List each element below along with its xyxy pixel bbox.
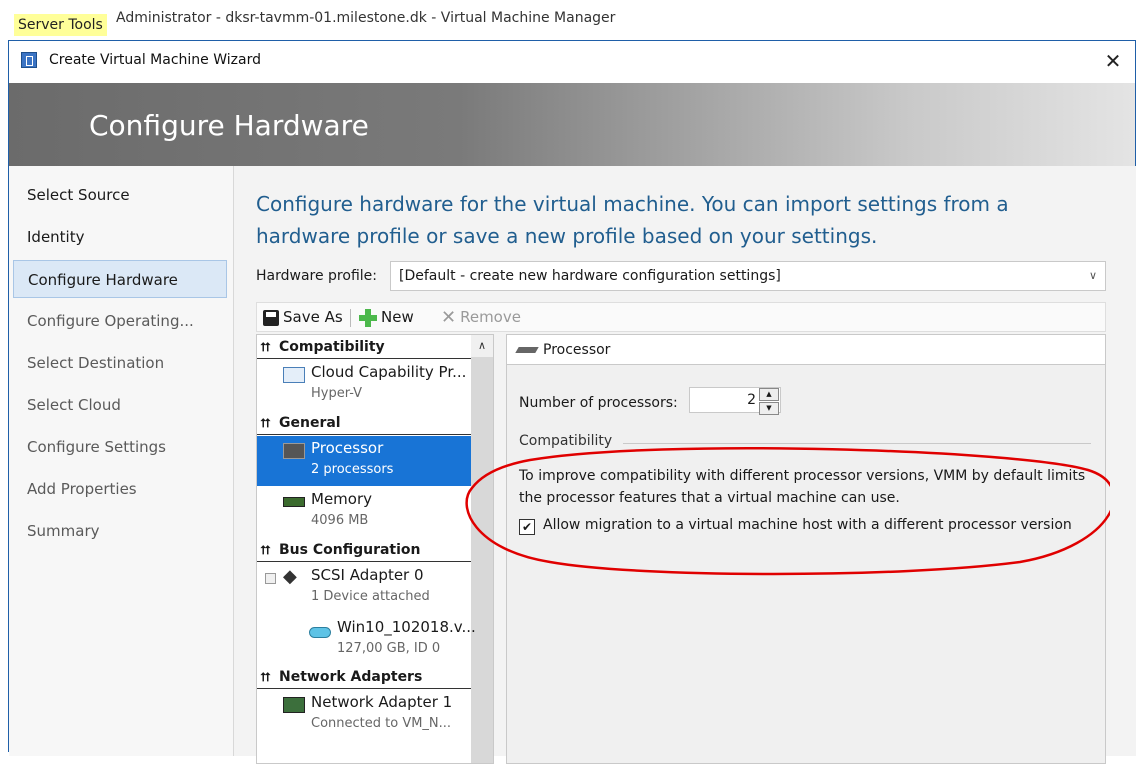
window-title: Create Virtual Machine Wizard: [49, 52, 261, 68]
hardware-profile-label: Hardware profile:: [256, 268, 377, 284]
category-network-label: Network Adapters: [279, 669, 423, 685]
node-memory-title: Memory: [311, 490, 373, 508]
expand-icon[interactable]: [265, 573, 276, 584]
hardware-profile-select[interactable]: [Default - create new hardware configura…: [390, 261, 1106, 291]
node-processor[interactable]: Processor 2 processors: [257, 436, 471, 486]
category-bus-label: Bus Configuration: [279, 542, 421, 558]
chevron-down-icon: ∨: [1088, 269, 1097, 282]
banner: Configure Hardware: [9, 83, 1135, 166]
nav-configure-operating[interactable]: Configure Operating...: [13, 302, 227, 340]
network-adapter-icon: [283, 697, 305, 713]
node-processor-title: Processor: [311, 439, 384, 457]
node-memory-sub: 4096 MB: [311, 513, 369, 528]
plus-icon: [359, 308, 377, 327]
cloud-profile-icon: [283, 367, 305, 383]
nav-select-cloud[interactable]: Select Cloud: [13, 386, 227, 424]
hardware-tree: ∧ ⮅ Compatibility Cloud Capability Pr... …: [256, 334, 494, 764]
detail-header-title: Processor: [543, 342, 611, 358]
nav-configure-hardware[interactable]: Configure Hardware: [13, 260, 227, 298]
spin-down-icon[interactable]: ▼: [759, 402, 779, 415]
banner-title: Configure Hardware: [89, 109, 369, 142]
node-disk-title: Win10_102018.v...: [337, 618, 476, 636]
wizard-window: Create Virtual Machine Wizard ✕ Configur…: [8, 40, 1136, 764]
processor-icon: [283, 443, 305, 459]
nav-add-properties[interactable]: Add Properties: [13, 470, 227, 508]
nav-select-destination[interactable]: Select Destination: [13, 344, 227, 382]
save-icon: [263, 309, 279, 326]
node-scsi-sub: 1 Device attached: [311, 589, 430, 604]
category-compatibility[interactable]: ⮅ Compatibility: [257, 335, 471, 359]
detail-header: Processor: [507, 335, 1105, 365]
scsi-icon: ◆: [283, 566, 297, 587]
node-disk-sub: 127,00 GB, ID 0: [337, 641, 441, 656]
title-bar: Create Virtual Machine Wizard ✕: [9, 41, 1135, 82]
processor-spinner[interactable]: ▲ ▼: [759, 388, 779, 415]
category-general[interactable]: ⮅ General: [257, 411, 471, 435]
node-network-title: Network Adapter 1: [311, 693, 453, 711]
category-compatibility-label: Compatibility: [279, 339, 385, 355]
server-tools-label[interactable]: Server Tools: [14, 14, 107, 36]
spin-up-icon[interactable]: ▲: [759, 388, 779, 401]
node-processor-sub: 2 processors: [311, 462, 394, 477]
remove-label: Remove: [460, 308, 521, 326]
hardware-profile-value: [Default - create new hardware configura…: [399, 268, 781, 284]
collapse-icon: ⮅: [261, 543, 271, 557]
node-network-sub: Connected to VM_N...: [311, 716, 452, 731]
node-cloud-sub: Hyper-V: [311, 386, 363, 401]
remove-icon: ✕: [441, 306, 457, 328]
new-button[interactable]: New: [359, 306, 414, 328]
collapse-icon: ⮅: [261, 670, 271, 684]
wizard-nav: Select Source Identity Configure Hardwar…: [9, 166, 233, 756]
collapse-icon: ⮅: [261, 416, 271, 430]
new-label: New: [381, 308, 414, 326]
background-window-title: Administrator - dksr-tavmm-01.milestone.…: [116, 10, 616, 26]
node-cloud-capability[interactable]: Cloud Capability Pr... Hyper-V: [257, 360, 471, 410]
nav-select-source[interactable]: Select Source: [13, 176, 227, 214]
annotation-circle: [465, 446, 1110, 576]
nav-configure-settings[interactable]: Configure Settings: [13, 428, 227, 466]
scroll-up-icon[interactable]: ∧: [471, 335, 493, 357]
category-bus-configuration[interactable]: ⮅ Bus Configuration: [257, 538, 471, 562]
node-scsi-title: SCSI Adapter 0: [311, 566, 424, 584]
collapse-icon: ⮅: [261, 340, 271, 354]
category-network-adapters[interactable]: ⮅ Network Adapters: [257, 665, 471, 689]
processor-icon: [515, 347, 539, 353]
close-icon[interactable]: ✕: [1101, 47, 1125, 75]
toolbar: Save As New ✕ Remove: [256, 302, 1106, 332]
app-icon: [21, 52, 37, 68]
disk-icon: [309, 627, 331, 638]
nav-summary[interactable]: Summary: [13, 512, 227, 550]
node-network-adapter[interactable]: Network Adapter 1 Connected to VM_N...: [257, 690, 471, 740]
number-of-processors-label: Number of processors:: [519, 395, 678, 411]
page-heading: Configure hardware for the virtual machi…: [256, 192, 1009, 248]
node-memory[interactable]: Memory 4096 MB: [257, 487, 471, 537]
remove-button[interactable]: ✕ Remove: [441, 306, 521, 328]
category-general-label: General: [279, 415, 341, 431]
nav-identity[interactable]: Identity: [13, 218, 227, 256]
node-cloud-title: Cloud Capability Pr...: [311, 363, 467, 381]
memory-icon: [283, 497, 305, 507]
node-virtual-disk[interactable]: Win10_102018.v... 127,00 GB, ID 0: [257, 615, 476, 665]
save-as-button[interactable]: Save As: [263, 306, 343, 328]
toolbar-separator: [350, 309, 351, 327]
node-scsi-adapter[interactable]: ◆ SCSI Adapter 0 1 Device attached: [257, 563, 471, 613]
save-as-label: Save As: [283, 308, 343, 326]
